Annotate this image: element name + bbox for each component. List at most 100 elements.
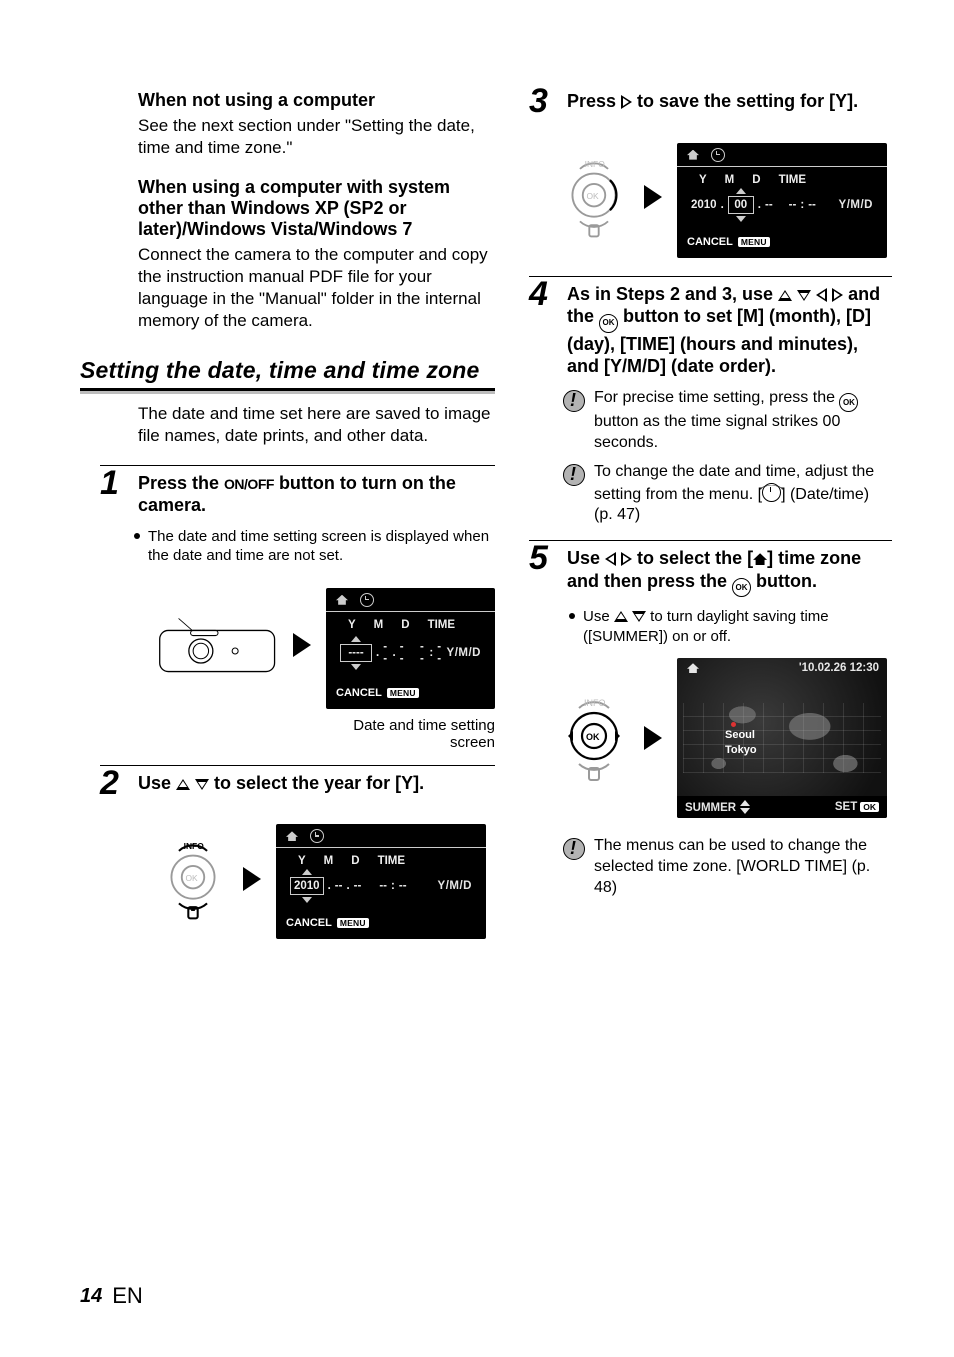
up-icon: [614, 611, 628, 622]
day-value: --: [354, 880, 362, 892]
caution-icon: [563, 838, 585, 860]
col-time: TIME: [378, 855, 405, 867]
controller-illustration-right: OK INFO: [559, 152, 629, 242]
sep-colon: :: [429, 647, 433, 659]
step2-pre: Use: [138, 773, 176, 793]
year-value-2010: 2010: [294, 880, 320, 892]
col-m: M: [725, 174, 735, 186]
home-icon: [687, 150, 699, 160]
caution-icon: [563, 464, 585, 486]
col-y: Y: [298, 855, 306, 867]
arrow-icon: [643, 726, 663, 750]
step5-mid: to select the [: [632, 548, 753, 568]
svg-text:OK: OK: [186, 873, 199, 883]
set-button[interactable]: SETOK: [835, 801, 879, 813]
figure1-caption: Date and time setting screen: [308, 717, 495, 751]
day-value: --: [400, 641, 405, 665]
cancel-label[interactable]: CANCEL: [687, 236, 733, 248]
year-value: ----: [348, 647, 363, 659]
clock-icon: [711, 148, 725, 162]
month-value-00: 00: [734, 199, 747, 211]
step-4: 4 As in Steps 2 and 3, use and the OK bu…: [529, 276, 892, 378]
ok-icon: OK: [599, 314, 618, 333]
step5-pre: Use: [567, 548, 605, 568]
camera-screen-initial: Y M D TIME ---- . -- . -- -- : --: [326, 588, 495, 709]
page-footer: 14 EN: [80, 1283, 143, 1309]
cancel-label[interactable]: CANCEL: [336, 687, 382, 699]
figure-step5: INFO OK '10.02.26 12:30: [559, 658, 892, 818]
step-4-text: As in Steps 2 and 3, use and the OK butt…: [567, 283, 892, 378]
step-5-subnote: Use to turn daylight saving time ([SUMME…: [569, 607, 892, 646]
col-d: D: [401, 619, 409, 631]
col-time: TIME: [779, 174, 806, 186]
note1-post: button as the time signal strikes 00 sec…: [594, 413, 840, 451]
col-m: M: [374, 619, 384, 631]
timestamp: '10.02.26 12:30: [799, 662, 879, 674]
step3-pre: Press: [567, 91, 621, 111]
cancel-label[interactable]: CANCEL: [286, 917, 332, 929]
min-value: --: [437, 641, 442, 665]
up-icon: [778, 290, 792, 301]
sep: :: [800, 199, 804, 211]
camera-screen-worldtime: '10.02.26 12:30 Seoul Tokyo SUMMER SETOK: [677, 658, 887, 818]
sep-dot2: .: [393, 647, 396, 659]
page-lang: EN: [112, 1283, 143, 1309]
ok-badge: OK: [860, 802, 879, 812]
step-number-3: 3: [529, 86, 559, 117]
step-number-5: 5: [529, 543, 559, 574]
left-icon: [816, 288, 827, 302]
sep: .: [721, 199, 724, 211]
city-seoul: Seoul: [725, 728, 757, 742]
clock-icon-inline: [762, 483, 781, 502]
figure-step2: OK INFO Y M D: [158, 814, 495, 943]
world-map-illustration: [683, 680, 881, 796]
para-using-computer: Connect the camera to the computer and c…: [138, 244, 495, 332]
step3-post: to save the setting for [Y].: [632, 91, 858, 111]
step-number-4: 4: [529, 279, 559, 310]
sep: .: [346, 880, 349, 892]
up-icon: [176, 779, 190, 790]
step-5: 5 Use to select the [] time zone and the…: [529, 540, 892, 597]
month-selector[interactable]: 00: [728, 196, 754, 214]
svg-text:INFO: INFO: [585, 159, 606, 169]
step5-sub-pre: Use: [583, 608, 614, 625]
caution-icon: [563, 390, 585, 412]
menu-badge: MENU: [738, 237, 770, 247]
left-icon: [605, 552, 616, 566]
sep: .: [758, 199, 761, 211]
controller-illustration: OK INFO: [158, 834, 228, 924]
step-2-text: Use to select the year for [Y].: [138, 772, 495, 795]
year-value-set: 2010: [691, 199, 717, 211]
date-order: Y/M/D: [839, 199, 873, 211]
down-icon: [797, 290, 811, 301]
col-time: TIME: [428, 619, 455, 631]
set-label: SET: [835, 801, 857, 813]
col-d: D: [351, 855, 359, 867]
controller-illustration-full: INFO OK: [559, 690, 629, 786]
arrow-icon: [242, 867, 262, 891]
heading-when-not-using-computer: When not using a computer: [138, 90, 495, 111]
step-number-2: 2: [100, 768, 130, 799]
city-labels: Seoul Tokyo: [725, 728, 757, 757]
summer-label: SUMMER: [685, 802, 736, 814]
step4-pre: As in Steps 2 and 3, use: [567, 284, 778, 304]
clock-icon: [310, 829, 324, 843]
section-intro: The date and time set here are saved to …: [138, 403, 495, 447]
note-change-date: To change the date and time, adjust the …: [563, 462, 892, 526]
year-selector[interactable]: ----: [340, 644, 372, 662]
para-not-using-computer: See the next section under "Setting the …: [138, 115, 495, 159]
year-selector-2010[interactable]: 2010: [290, 877, 324, 895]
home-icon: [286, 831, 298, 841]
summer-toggle[interactable]: SUMMER: [685, 800, 751, 814]
onoff-button-label: ON/OFF: [224, 476, 274, 492]
col-m: M: [324, 855, 334, 867]
figure-step1: Y M D TIME ---- . -- . -- -- : --: [158, 578, 495, 713]
home-icon-inline: [753, 553, 767, 565]
page-number: 14: [80, 1285, 102, 1308]
svg-text:INFO: INFO: [184, 841, 205, 851]
heading-when-using-computer: When using a computer with system other …: [138, 177, 495, 240]
right-icon: [621, 552, 632, 566]
step2-post: to select the year for [Y].: [209, 773, 424, 793]
svg-text:OK: OK: [587, 191, 600, 201]
note-world-time: The menus can be used to change the sele…: [563, 836, 892, 898]
